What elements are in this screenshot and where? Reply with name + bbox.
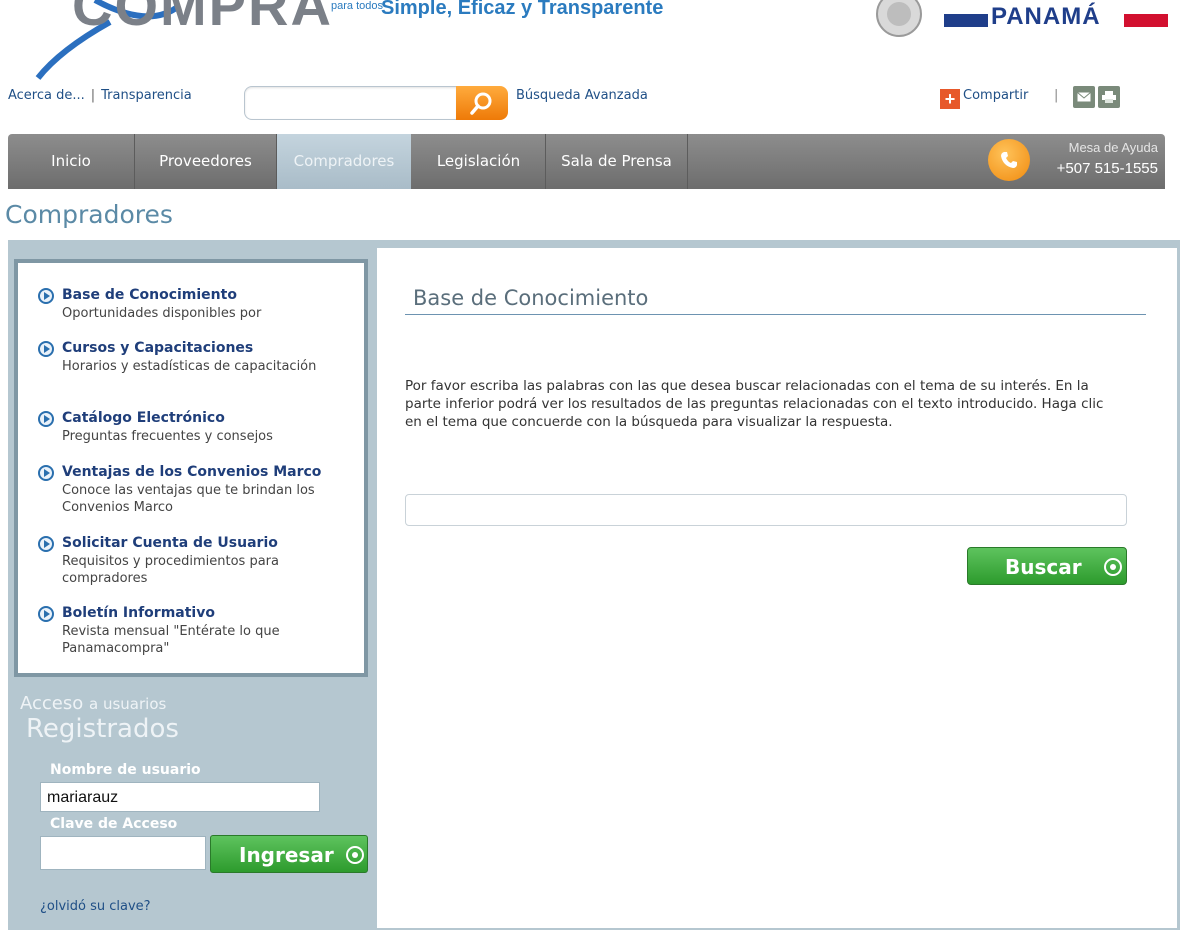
- coat-of-arms-icon: [876, 0, 922, 37]
- phone-icon[interactable]: [988, 139, 1030, 181]
- knowledge-search-input[interactable]: [405, 494, 1127, 526]
- nav-item-compradores[interactable]: Compradores: [277, 134, 411, 189]
- top-links: Acerca de... | Transparencia: [8, 88, 192, 103]
- sidebar-item-title[interactable]: Ventajas de los Convenios Marco: [62, 464, 321, 480]
- login-heading-small: Acceso a usuarios: [20, 693, 166, 714]
- sidebar-item-title[interactable]: Catálogo Electrónico: [62, 410, 225, 426]
- circle-arrow-icon: [38, 341, 54, 357]
- login-button-label: Ingresar: [239, 843, 334, 867]
- page-title: Compradores: [5, 200, 173, 229]
- search-submit-label: Buscar: [1005, 555, 1082, 579]
- slogan-small: para todos: [331, 0, 383, 12]
- instructions-text: Por favor escriba las palabras con las q…: [405, 378, 1104, 430]
- username-input[interactable]: mariarauz: [40, 782, 320, 812]
- sidebar-item-desc: Revista mensual "Entérate lo que Panamac…: [62, 624, 280, 656]
- sidebar-item-title[interactable]: Boletín Informativo: [62, 605, 215, 621]
- share-separator: |: [1054, 88, 1059, 103]
- help-desk-phone: +507 515-1555: [1056, 160, 1158, 177]
- slogan: Simple, Eficaz y Transparente: [381, 0, 664, 19]
- sidebar-menu: Base de Conocimiento Oportunidades dispo…: [14, 259, 368, 677]
- printer-icon[interactable]: [1098, 86, 1120, 108]
- sidebar-item-desc: Requisitos y procedimientos para comprad…: [62, 554, 279, 586]
- search-submit-button[interactable]: Buscar: [967, 547, 1127, 585]
- sidebar-item-title[interactable]: Solicitar Cuenta de Usuario: [62, 535, 278, 551]
- sidebar-item-desc: Horarios y estadísticas de capacitación: [62, 359, 317, 374]
- nav-item-sala-de-prensa[interactable]: Sala de Prensa: [546, 134, 688, 189]
- advanced-search-link[interactable]: Búsqueda Avanzada: [516, 88, 648, 103]
- login-users-text: a usuarios: [89, 695, 167, 713]
- sidebar-item-title[interactable]: Base de Conocimiento: [62, 287, 237, 303]
- circle-arrow-icon: [38, 606, 54, 622]
- password-input[interactable]: [40, 836, 206, 870]
- sidebar-item-desc: Oportunidades disponibles por: [62, 306, 262, 321]
- site-search-input[interactable]: [244, 86, 457, 120]
- circle-dot-icon: [1104, 558, 1122, 576]
- circle-arrow-icon: [38, 465, 54, 481]
- country-name: PANAMÁ: [991, 3, 1101, 30]
- share-link[interactable]: Compartir: [963, 88, 1028, 103]
- search-button[interactable]: [456, 86, 508, 120]
- password-label: Clave de Acceso: [50, 816, 178, 832]
- sidebar-item-desc: Conoce las ventajas que te brindan los C…: [62, 483, 315, 515]
- magnifier-icon: [470, 92, 492, 115]
- login-acceso-text: Acceso: [20, 693, 84, 714]
- nav-item-inicio[interactable]: Inicio: [8, 134, 135, 189]
- plus-icon[interactable]: +: [940, 89, 960, 109]
- sidebar-item-desc: Preguntas frecuentes y consejos: [62, 429, 273, 444]
- login-heading: Registrados: [26, 714, 179, 744]
- title-divider: [405, 314, 1146, 315]
- flag-stripe-blue: [944, 14, 988, 27]
- circle-arrow-icon: [38, 536, 54, 552]
- logo-text[interactable]: COMPRA: [72, 0, 333, 34]
- username-label: Nombre de usuario: [50, 762, 201, 778]
- nav-item-legislacion[interactable]: Legislación: [412, 134, 546, 189]
- transparency-link[interactable]: Transparencia: [101, 88, 192, 103]
- flag-stripe-red: [1124, 14, 1168, 27]
- link-separator: |: [90, 88, 96, 103]
- circle-arrow-icon: [38, 288, 54, 304]
- help-desk-label: Mesa de Ayuda: [1068, 140, 1158, 155]
- login-button[interactable]: Ingresar: [210, 835, 368, 873]
- forgot-password-link[interactable]: ¿olvidó su clave?: [40, 899, 151, 914]
- main-panel: [377, 248, 1177, 928]
- about-link[interactable]: Acerca de...: [8, 88, 85, 103]
- section-title: Base de Conocimiento: [413, 286, 649, 310]
- nav-item-proveedores[interactable]: Proveedores: [135, 134, 277, 189]
- envelope-icon[interactable]: [1073, 86, 1095, 108]
- main-nav: Inicio Proveedores Compradores Legislaci…: [8, 134, 1165, 189]
- sidebar-item-title[interactable]: Cursos y Capacitaciones: [62, 340, 253, 356]
- circle-dot-icon: [346, 846, 364, 864]
- circle-arrow-icon: [38, 411, 54, 427]
